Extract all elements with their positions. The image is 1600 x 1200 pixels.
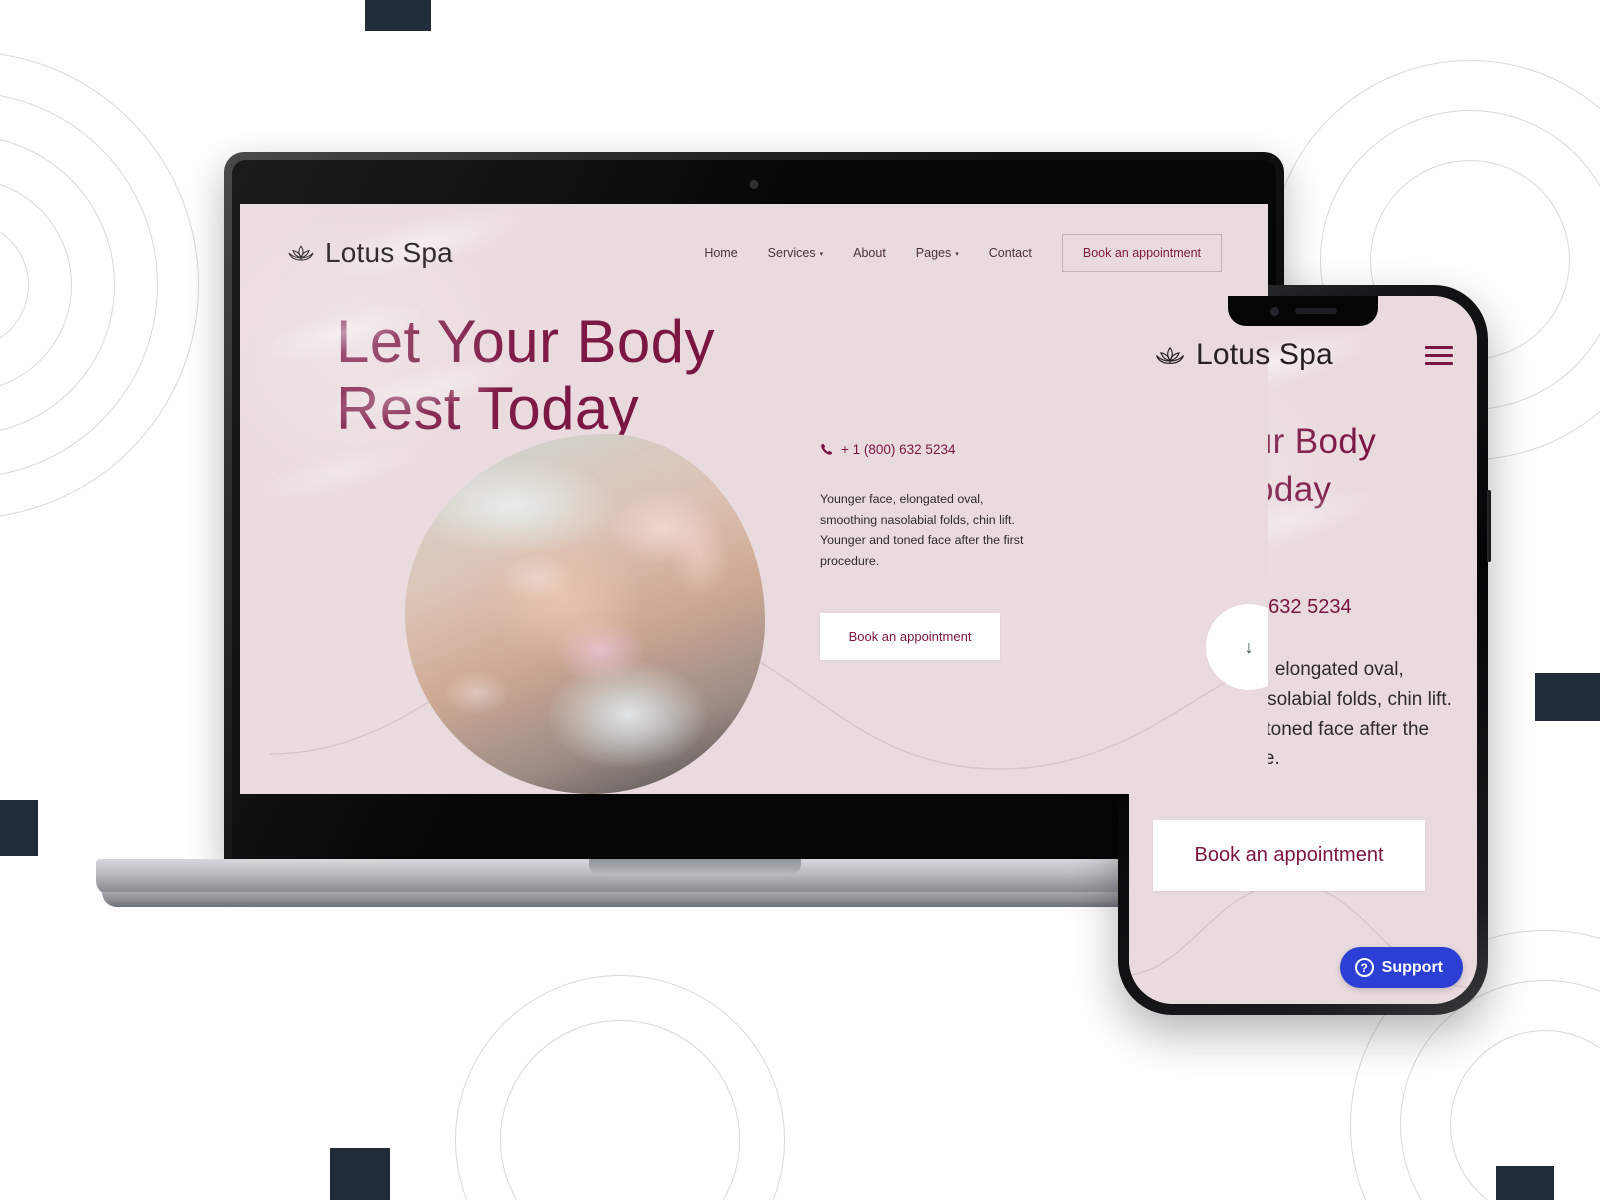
chevron-down-icon: ▾ — [955, 250, 959, 258]
desktop-phone-number[interactable]: + 1 (800) 632 5234 — [820, 442, 1035, 457]
support-button[interactable]: ? Support — [1339, 947, 1463, 988]
hero-title-line-2: Rest Today — [336, 375, 640, 443]
nav-item-pages[interactable]: Pages ▾ — [916, 246, 959, 260]
laptop-mockup: Lotus Spa Home Services ▾ About Pages ▾ … — [96, 152, 1294, 927]
nav-item-contact[interactable]: Contact — [989, 246, 1032, 260]
desktop-nav: Home Services ▾ About Pages ▾ Contact Bo… — [704, 234, 1222, 272]
hero-title-line-1: Let Your Body — [336, 308, 715, 375]
desktop-hero-description: Younger face, elongated oval, smoothing … — [820, 492, 1024, 568]
nav-label: Services — [767, 246, 816, 260]
decor-square-bottom — [330, 1148, 390, 1200]
question-mark-circle-icon: ? — [1354, 958, 1374, 977]
chevron-down-icon: ▾ — [819, 250, 824, 258]
desktop-hero-info: + 1 (800) 632 5234 Younger face, elongat… — [820, 442, 1035, 661]
brand-name: Lotus Spa — [1196, 338, 1333, 371]
brand-logo[interactable]: Lotus Spa — [1153, 338, 1333, 372]
lotus-flower-icon — [1155, 346, 1185, 364]
decor-square-bottom-right — [1496, 1166, 1554, 1200]
mobile-hero-cta-button[interactable]: Book an appointment — [1153, 820, 1425, 891]
lotus-flower-icon — [288, 245, 314, 261]
phone-notch — [1228, 296, 1378, 326]
header-book-appointment-button[interactable]: Book an appointment — [1061, 234, 1222, 272]
phone-front-camera-icon — [1269, 306, 1279, 316]
desktop-site-header: Lotus Spa Home Services ▾ About Pages ▾ … — [240, 204, 1268, 272]
nav-label: Home — [704, 246, 738, 260]
support-label: Support — [1381, 958, 1443, 976]
hero-photo — [405, 434, 765, 794]
laptop-front-edge — [102, 892, 1288, 907]
decor-square-top — [365, 0, 431, 31]
desktop-hero-title: Let Your Body Rest Today — [240, 308, 1268, 442]
laptop-webcam-icon — [749, 180, 759, 189]
phone-handset-icon — [820, 443, 833, 456]
scroll-down-button[interactable]: ↓ — [1206, 604, 1268, 690]
laptop-base — [96, 859, 1294, 895]
brand-name: Lotus Spa — [325, 237, 453, 268]
laptop-lid: Lotus Spa Home Services ▾ About Pages ▾ … — [224, 152, 1284, 864]
brand-logo[interactable]: Lotus Spa — [286, 237, 453, 269]
nav-label: About — [853, 246, 886, 260]
arrow-down-icon: ↓ — [1244, 637, 1254, 657]
nav-item-about[interactable]: About — [853, 246, 886, 260]
hero-photo-highlights — [405, 434, 765, 794]
nav-label: Pages — [915, 246, 952, 260]
desktop-hero-cta-button[interactable]: Book an appointment — [820, 613, 1000, 661]
hamburger-menu-icon[interactable] — [1425, 345, 1453, 365]
laptop-bezel: Lotus Spa Home Services ▾ About Pages ▾ … — [232, 160, 1276, 864]
nav-item-home[interactable]: Home — [704, 246, 737, 260]
phone-power-button[interactable] — [1487, 490, 1491, 562]
phone-number-text: + 1 (800) 632 5234 — [841, 442, 956, 457]
decor-square-left — [0, 800, 38, 856]
phone-earpiece-speaker — [1294, 308, 1337, 314]
desktop-website-view: Lotus Spa Home Services ▾ About Pages ▾ … — [240, 204, 1268, 794]
decor-square-right — [1535, 673, 1600, 721]
nav-item-services[interactable]: Services ▾ — [768, 246, 823, 260]
laptop-screen: Lotus Spa Home Services ▾ About Pages ▾ … — [240, 204, 1268, 794]
nav-label: Contact — [988, 246, 1032, 260]
